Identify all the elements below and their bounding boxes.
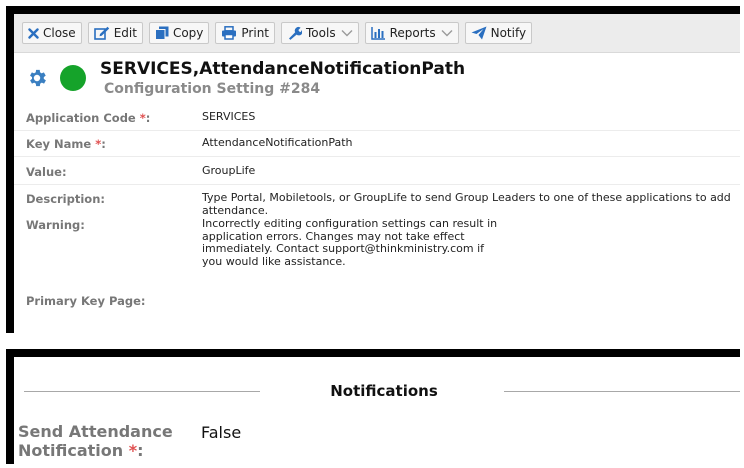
page-subtitle: Configuration Setting #284 [104,81,321,97]
tools-dropdown-button[interactable]: Tools [281,22,359,44]
section-divider-right [504,391,740,392]
print-label: Print [241,26,270,40]
close-button[interactable]: Close [22,22,82,44]
send-icon [471,26,487,40]
record-header: SERVICES,AttendanceNotificationPath Conf… [14,53,740,97]
page-title: SERVICES,AttendanceNotificationPath [100,59,466,79]
config-setting-panel: Close Edit Copy Print Tools Reports Noti… [14,14,740,333]
notifications-window: Notifications Send Attendance Notificati… [6,349,740,464]
notify-button[interactable]: Notify [464,22,533,44]
section-title: Notifications [330,382,438,400]
row-divider [14,184,740,185]
field-label: Application Code *: [26,111,151,125]
reports-dropdown-button[interactable]: Reports [364,22,459,44]
copy-label: Copy [172,26,204,40]
field-value: SERVICES [202,110,256,123]
close-icon [28,27,39,39]
field-value: GroupLife [202,164,256,177]
edit-label: Edit [113,26,137,40]
notify-label: Notify [490,26,527,40]
field-label: Warning: [26,218,85,232]
tools-label: Tools [306,26,336,40]
print-button[interactable]: Print [215,22,276,44]
reports-label: Reports [389,26,436,40]
status-indicator [60,65,86,91]
field-value: Incorrectly editing configuration settin… [202,217,498,268]
toolbar: Close Edit Copy Print Tools Reports Noti… [14,14,740,53]
bar-chart-icon [370,26,386,40]
edit-button[interactable]: Edit [87,22,143,44]
row-divider [14,130,740,131]
chevron-down-icon [341,27,353,40]
chevron-down-icon [441,27,453,40]
row-divider [14,156,740,157]
copy-button[interactable]: Copy [148,22,210,44]
field-label: Primary Key Page: [26,294,146,308]
field-value: AttendanceNotificationPath [202,136,353,149]
field-value: False [201,423,242,442]
copy-icon [154,26,169,40]
edit-icon [93,26,110,40]
field-label: Send Attendance Notification *: [18,422,173,460]
config-setting-window: Close Edit Copy Print Tools Reports Noti… [6,6,740,333]
wrench-icon [287,26,303,40]
print-icon [221,26,237,40]
close-label: Close [43,26,76,40]
field-value: Type Portal, Mobiletools, or GroupLife t… [202,191,731,217]
field-label: Key Name *: [26,137,106,151]
notifications-panel: Notifications Send Attendance Notificati… [14,357,740,464]
section-divider-left [24,391,260,392]
field-label: Description: [26,192,105,206]
field-label: Value: [26,165,67,179]
gear-icon[interactable] [26,67,48,93]
